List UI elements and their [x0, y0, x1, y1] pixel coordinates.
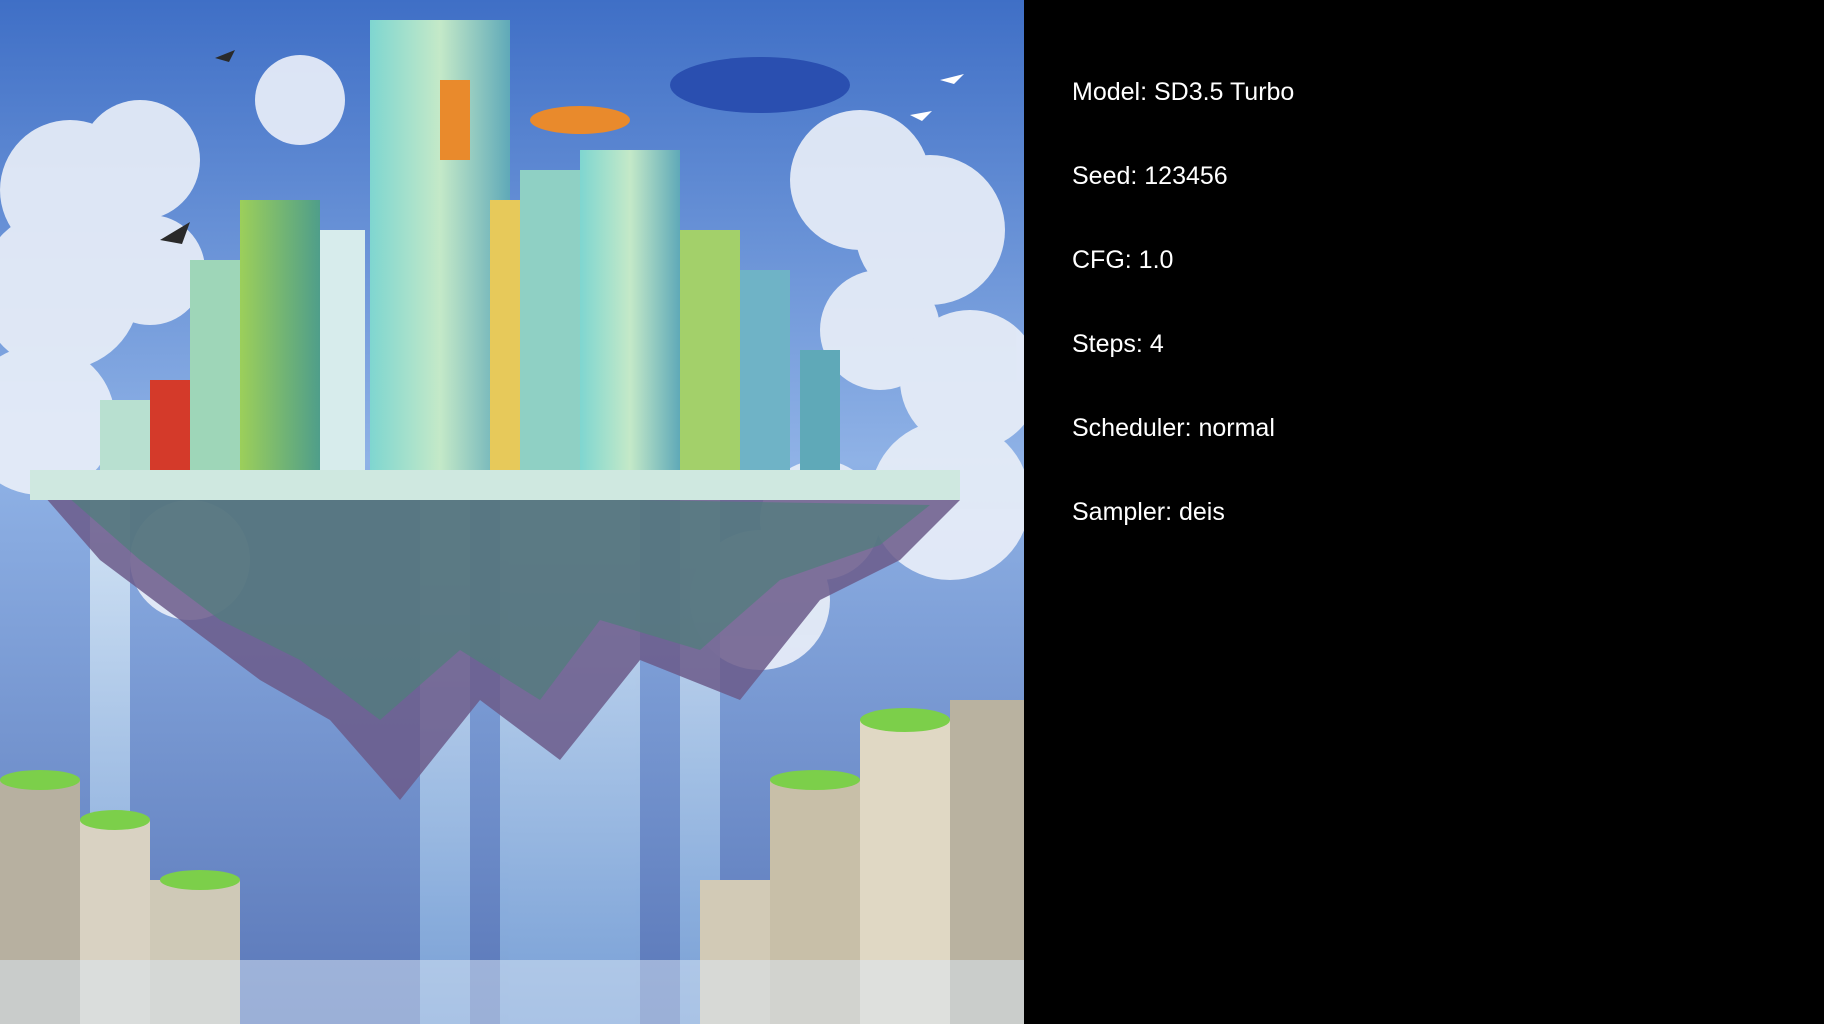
generated-image — [0, 0, 1024, 1024]
sampler-label: Sampler: deis — [1072, 498, 1225, 526]
scheduler-label: Scheduler: normal — [1072, 414, 1275, 442]
seed-label: Seed: 123456 — [1072, 162, 1228, 190]
floating-city-artwork-icon — [0, 0, 1024, 1024]
steps-label: Steps: 4 — [1072, 330, 1164, 358]
screen: Model: SD3.5 Turbo Seed: 123456 CFG: 1.0… — [0, 0, 1824, 1024]
generation-settings-panel: Model: SD3.5 Turbo Seed: 123456 CFG: 1.0… — [1072, 72, 1772, 576]
model-label: Model: SD3.5 Turbo — [1072, 78, 1295, 106]
cfg-label: CFG: 1.0 — [1072, 246, 1174, 274]
